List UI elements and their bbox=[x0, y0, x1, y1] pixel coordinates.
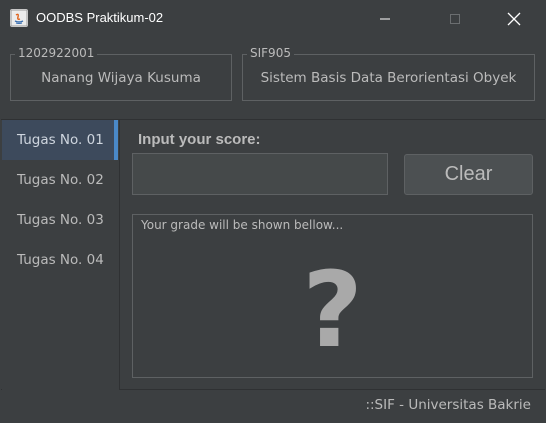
course-panel: SIF905 Sistem Basis Data Berorientasi Ob… bbox=[242, 46, 535, 101]
sidebar-item-tugas-04[interactable]: Tugas No. 04 bbox=[2, 240, 116, 280]
grade-value: ? bbox=[302, 249, 363, 371]
clear-button[interactable]: Clear bbox=[404, 154, 533, 195]
course-name: Sistem Basis Data Berorientasi Obyek bbox=[260, 70, 517, 86]
student-id: 1202922001 bbox=[15, 46, 98, 60]
sidebar-item-tugas-01[interactable]: Tugas No. 01 bbox=[2, 120, 116, 160]
sidebar-item-label: Tugas No. 04 bbox=[17, 252, 104, 268]
java-app-icon bbox=[10, 9, 28, 27]
task-sidebar: Tugas No. 01 Tugas No. 02 Tugas No. 03 T… bbox=[2, 120, 120, 390]
student-name: Nanang Wijaya Kusuma bbox=[41, 70, 201, 86]
grade-panel: Your grade will be shown bellow... ? bbox=[132, 214, 533, 378]
sidebar-item-label: Tugas No. 03 bbox=[17, 212, 104, 228]
title-bar: OODBS Praktikum-02 bbox=[0, 0, 546, 37]
close-icon bbox=[507, 12, 521, 25]
selection-indicator bbox=[114, 120, 118, 160]
student-panel: 1202922001 Nanang Wijaya Kusuma bbox=[10, 46, 232, 101]
maximize-icon bbox=[450, 13, 460, 24]
sidebar-item-tugas-03[interactable]: Tugas No. 03 bbox=[2, 200, 116, 240]
grade-hint: Your grade will be shown bellow... bbox=[141, 218, 344, 232]
maximize-button[interactable] bbox=[432, 0, 478, 37]
minimize-button[interactable] bbox=[362, 0, 408, 37]
course-code: SIF905 bbox=[247, 46, 294, 60]
sidebar-item-tugas-02[interactable]: Tugas No. 02 bbox=[2, 160, 116, 200]
footer-text: ::SIF - Universitas Bakrie bbox=[365, 397, 531, 413]
score-label: Input your score: bbox=[138, 131, 261, 148]
sidebar-item-label: Tugas No. 02 bbox=[17, 172, 104, 188]
window-title: OODBS Praktikum-02 bbox=[36, 10, 164, 25]
close-button[interactable] bbox=[491, 0, 537, 37]
minimize-icon bbox=[380, 18, 390, 19]
sidebar-item-label: Tugas No. 01 bbox=[17, 132, 104, 148]
score-input[interactable] bbox=[132, 153, 388, 195]
